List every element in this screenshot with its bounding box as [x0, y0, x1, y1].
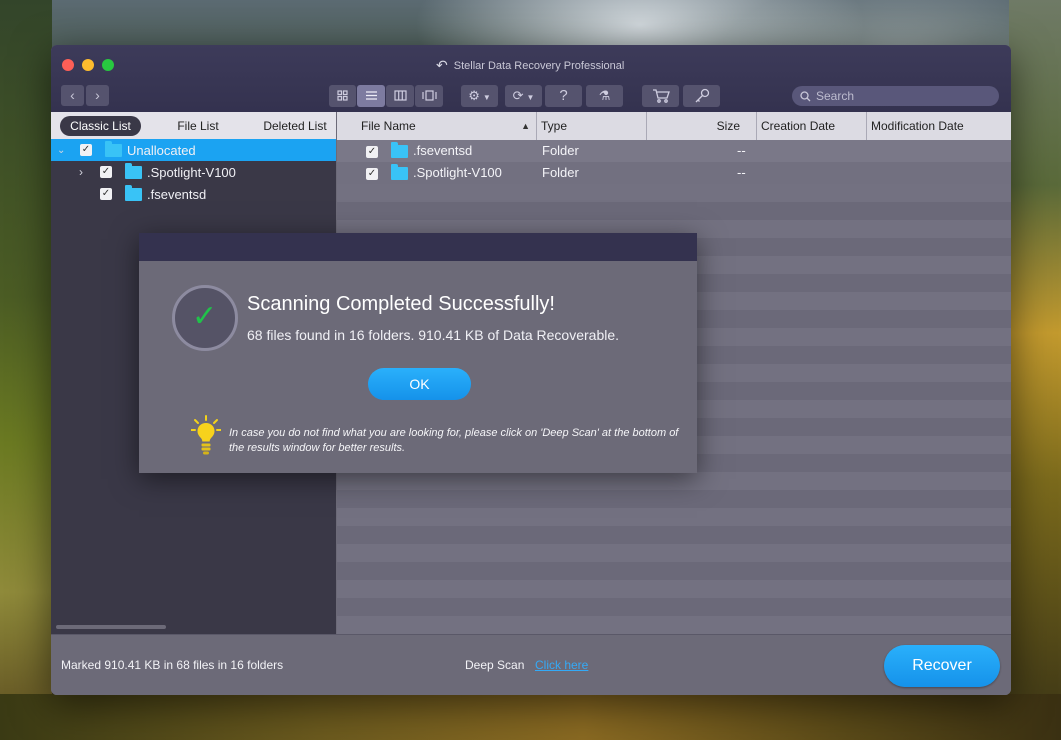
key-icon: [695, 88, 709, 103]
buy-button[interactable]: [642, 85, 679, 107]
dialog-title: Scanning Completed Successfully!: [247, 293, 555, 315]
column-size[interactable]: Size: [647, 112, 757, 140]
tab-file-list[interactable]: File List: [167, 116, 229, 136]
desktop-wallpaper-left: [0, 0, 52, 740]
chevron-right-icon: ›: [95, 87, 100, 103]
forward-button[interactable]: ›: [86, 85, 109, 106]
row-size: --: [737, 143, 746, 158]
deep-scan-label: Deep Scan: [465, 658, 525, 672]
deep-scan-link[interactable]: Click here: [535, 658, 588, 672]
tree-checkbox[interactable]: ✓: [100, 166, 112, 178]
cart-icon: [652, 89, 670, 103]
tree-checkbox[interactable]: ✓: [80, 144, 92, 156]
chevron-left-icon: ‹: [70, 87, 75, 103]
gear-icon: ⚙: [468, 88, 480, 103]
success-badge: ✓: [172, 285, 238, 351]
folder-icon: [391, 142, 408, 158]
tree-item-unallocated[interactable]: ⌄ ✓ Unallocated: [51, 139, 336, 161]
ok-button[interactable]: OK: [368, 368, 471, 400]
activation-key-button[interactable]: [683, 85, 720, 107]
dialog-summary: 68 files found in 16 folders. 910.41 KB …: [247, 327, 620, 343]
dialog-title-bar: [139, 233, 697, 261]
column-creation-date[interactable]: Creation Date: [757, 112, 867, 140]
chevron-down-icon[interactable]: ⌄: [57, 145, 65, 156]
desktop-wallpaper-right: [1009, 0, 1061, 740]
folder-icon: [391, 164, 408, 180]
question-mark-icon: ?: [559, 87, 568, 104]
icon-view-button[interactable]: [329, 85, 356, 107]
sort-ascending-icon: ▲: [521, 121, 530, 131]
caret-down-icon: ▼: [526, 93, 535, 102]
scan-complete-dialog: ✓ Scanning Completed Successfully! 68 fi…: [139, 233, 697, 473]
tree-item-label: Unallocated: [127, 142, 196, 158]
tree-item-spotlight[interactable]: › ✓ .Spotlight-V100: [51, 161, 336, 183]
column-view-button[interactable]: [386, 85, 414, 107]
marked-summary: Marked 910.41 KB in 68 files in 16 folde…: [61, 658, 284, 672]
zoom-window-button[interactable]: [102, 59, 114, 71]
folder-icon: [125, 163, 142, 179]
window-title-group: ↶ Stellar Data Recovery Professional: [436, 57, 624, 74]
window-title: Stellar Data Recovery Professional: [453, 59, 625, 72]
list-icon: [365, 91, 377, 100]
row-type: Folder: [542, 143, 579, 158]
list-view-button[interactable]: [357, 85, 385, 107]
row-size: --: [737, 165, 746, 180]
row-type: Folder: [542, 165, 579, 180]
column-modification-date[interactable]: Modification Date: [867, 112, 1011, 140]
table-row[interactable]: ✓ .fseventsd Folder --: [337, 140, 1011, 162]
coverflow-icon: [421, 90, 437, 101]
view-tabs: Classic List File List Deleted List: [51, 112, 336, 140]
tree-item-label: .fseventsd: [147, 186, 207, 202]
tab-deleted-list[interactable]: Deleted List: [257, 116, 333, 136]
search-input[interactable]: [816, 89, 986, 103]
columns-icon: [393, 90, 407, 101]
search-icon: [800, 90, 811, 101]
search-box[interactable]: [792, 86, 999, 106]
tree-item-label: .Spotlight-V100: [147, 164, 236, 180]
status-bar: Marked 910.41 KB in 68 files in 16 folde…: [51, 634, 1011, 695]
coverflow-view-button[interactable]: [415, 85, 443, 107]
tab-classic-list[interactable]: Classic List: [60, 116, 141, 136]
row-file-name: .Spotlight-V100: [413, 165, 502, 180]
column-label: File Name: [361, 119, 416, 133]
lightbulb-icon: [191, 415, 221, 455]
desktop-wallpaper-bottom: [0, 694, 1061, 740]
column-label: Type: [541, 119, 568, 133]
recovery-history-button[interactable]: ⟳ ▼: [505, 85, 542, 107]
tree-checkbox[interactable]: ✓: [100, 188, 112, 200]
column-label: Creation Date: [761, 119, 836, 133]
row-checkbox[interactable]: ✓: [366, 146, 378, 158]
column-label: Modification Date: [871, 119, 964, 133]
app-logo-icon: ↶: [436, 57, 448, 73]
caret-down-icon: ▼: [482, 93, 491, 102]
back-button[interactable]: ‹: [61, 85, 84, 106]
tree-item-fseventsd[interactable]: ✓ .fseventsd: [51, 183, 336, 205]
history-icon: ⟳: [512, 88, 524, 103]
title-bar: ↶ Stellar Data Recovery Professional ‹ ›…: [51, 45, 1011, 112]
column-type[interactable]: Type: [537, 112, 647, 140]
recover-button[interactable]: Recover: [884, 645, 1000, 687]
tree-scrollbar[interactable]: [56, 625, 166, 629]
lab-tools-button[interactable]: ⚗: [586, 85, 623, 107]
table-row[interactable]: ✓ .Spotlight-V100 Folder --: [337, 162, 1011, 184]
checkmark-icon: ✓: [192, 300, 218, 333]
flask-icon: ⚗: [598, 88, 611, 103]
deep-scan-tip: In case you do not find what you are loo…: [229, 427, 679, 454]
help-button[interactable]: ?: [545, 85, 582, 107]
column-label: Size: [716, 119, 740, 133]
row-file-name: .fseventsd: [413, 143, 473, 158]
minimize-window-button[interactable]: [82, 59, 94, 71]
row-checkbox[interactable]: ✓: [366, 168, 378, 180]
settings-menu-button[interactable]: ⚙ ▼: [461, 85, 498, 107]
folder-icon: [125, 185, 142, 201]
grid-icon: [337, 90, 348, 101]
column-file-name[interactable]: File Name ▲: [337, 112, 537, 140]
close-window-button[interactable]: [62, 59, 74, 71]
chevron-right-icon[interactable]: ›: [79, 165, 83, 179]
table-header: File Name ▲ Type Size Creation Date Modi…: [337, 112, 1011, 140]
folder-icon: [105, 141, 122, 157]
